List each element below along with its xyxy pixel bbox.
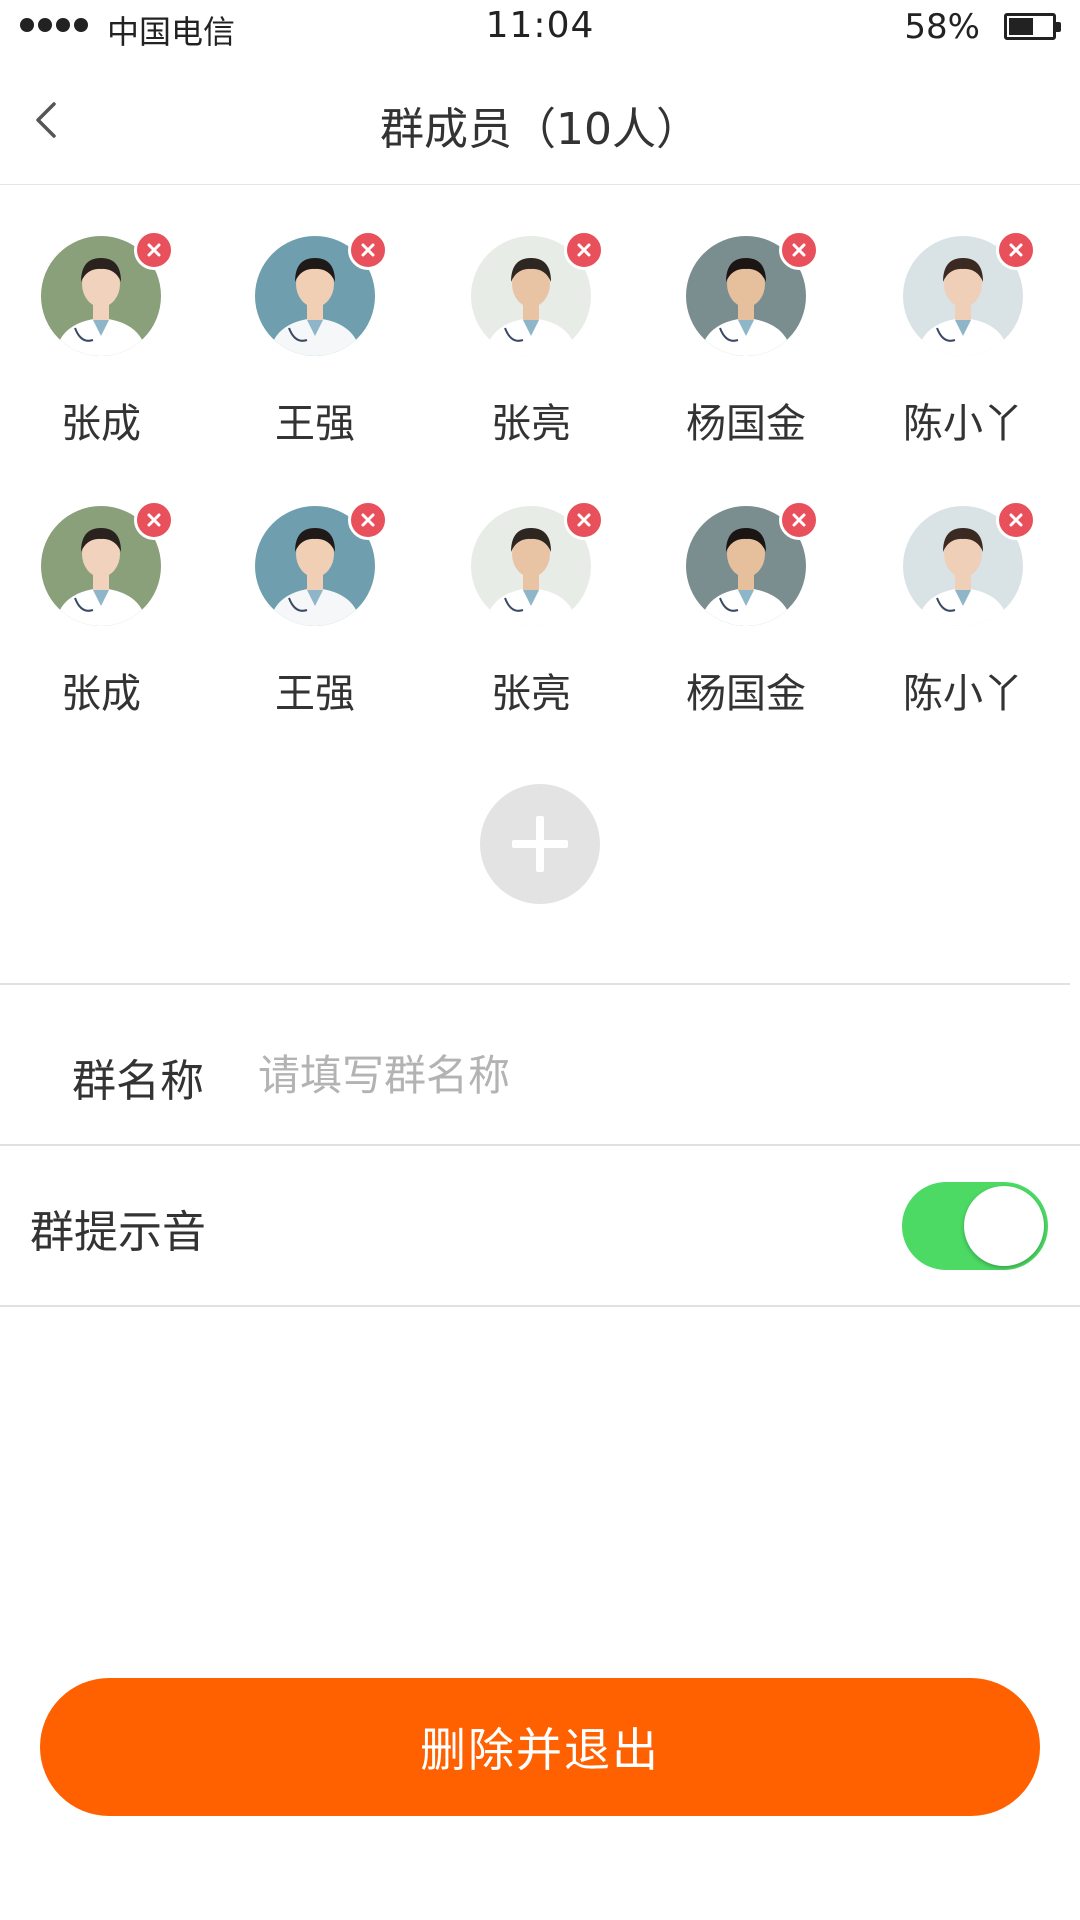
member-item[interactable]: 张成 (2, 186, 218, 447)
remove-member-button[interactable] (564, 230, 604, 270)
add-member-button[interactable] (480, 784, 600, 904)
toggle-knob (964, 1186, 1044, 1266)
close-icon (361, 243, 375, 257)
close-icon (361, 513, 375, 527)
remove-member-button[interactable] (779, 500, 819, 540)
close-icon (1009, 243, 1023, 257)
member-name: 张亮 (491, 401, 571, 447)
battery-level-fill (1009, 18, 1033, 35)
member-item[interactable]: 王强 (216, 186, 432, 447)
close-icon (577, 513, 591, 527)
member-name: 王强 (275, 671, 355, 717)
divider (0, 1305, 1080, 1307)
member-name: 张成 (61, 401, 141, 447)
divider (0, 983, 1070, 985)
remove-member-button[interactable] (134, 500, 174, 540)
remove-member-button[interactable] (348, 230, 388, 270)
close-icon (1009, 513, 1023, 527)
member-item[interactable]: 杨国金 (647, 186, 863, 447)
member-name: 杨国金 (686, 671, 806, 717)
remove-member-button[interactable] (996, 230, 1036, 270)
divider (0, 1144, 1080, 1146)
plus-icon (512, 816, 568, 872)
member-item[interactable]: 杨国金 (647, 456, 863, 717)
group-name-input[interactable] (258, 1040, 1018, 1110)
close-icon (147, 513, 161, 527)
member-name: 张亮 (491, 671, 571, 717)
member-item[interactable]: 陈小丫 (864, 456, 1080, 717)
member-name: 张成 (61, 671, 141, 717)
member-item[interactable]: 张亮 (432, 456, 648, 717)
close-icon (577, 243, 591, 257)
remove-member-button[interactable] (348, 500, 388, 540)
close-icon (147, 243, 161, 257)
member-item[interactable]: 张亮 (432, 186, 648, 447)
member-item[interactable]: 陈小丫 (864, 186, 1080, 447)
remove-member-button[interactable] (996, 500, 1036, 540)
status-bar: 中国电信 11:04 58% (0, 0, 1080, 55)
page-title: 群成员（10人） (380, 104, 700, 155)
close-icon (792, 513, 806, 527)
remove-member-button[interactable] (564, 500, 604, 540)
group-name-label: 群名称 (72, 1056, 204, 1107)
group-sound-label: 群提示音 (30, 1207, 206, 1258)
close-icon (792, 243, 806, 257)
member-name: 陈小丫 (903, 671, 1023, 717)
remove-member-button[interactable] (134, 230, 174, 270)
member-item[interactable]: 张成 (2, 456, 218, 717)
group-members-screen: 中国电信 11:04 58% 群成员（10人） 张成 王强 张亮 杨国金 陈小丫 张成 王强… (0, 0, 1080, 1920)
delete-and-exit-button[interactable]: 删除并退出 (40, 1678, 1040, 1816)
group-sound-toggle[interactable] (902, 1182, 1048, 1270)
battery-icon (1004, 13, 1061, 40)
remove-member-button[interactable] (779, 230, 819, 270)
member-name: 王强 (275, 401, 355, 447)
member-item[interactable]: 王强 (216, 456, 432, 717)
member-name: 陈小丫 (903, 401, 1023, 447)
navigation-bar: 群成员（10人） (0, 55, 1080, 185)
member-name: 杨国金 (686, 401, 806, 447)
battery-percentage: 58% (904, 7, 980, 47)
